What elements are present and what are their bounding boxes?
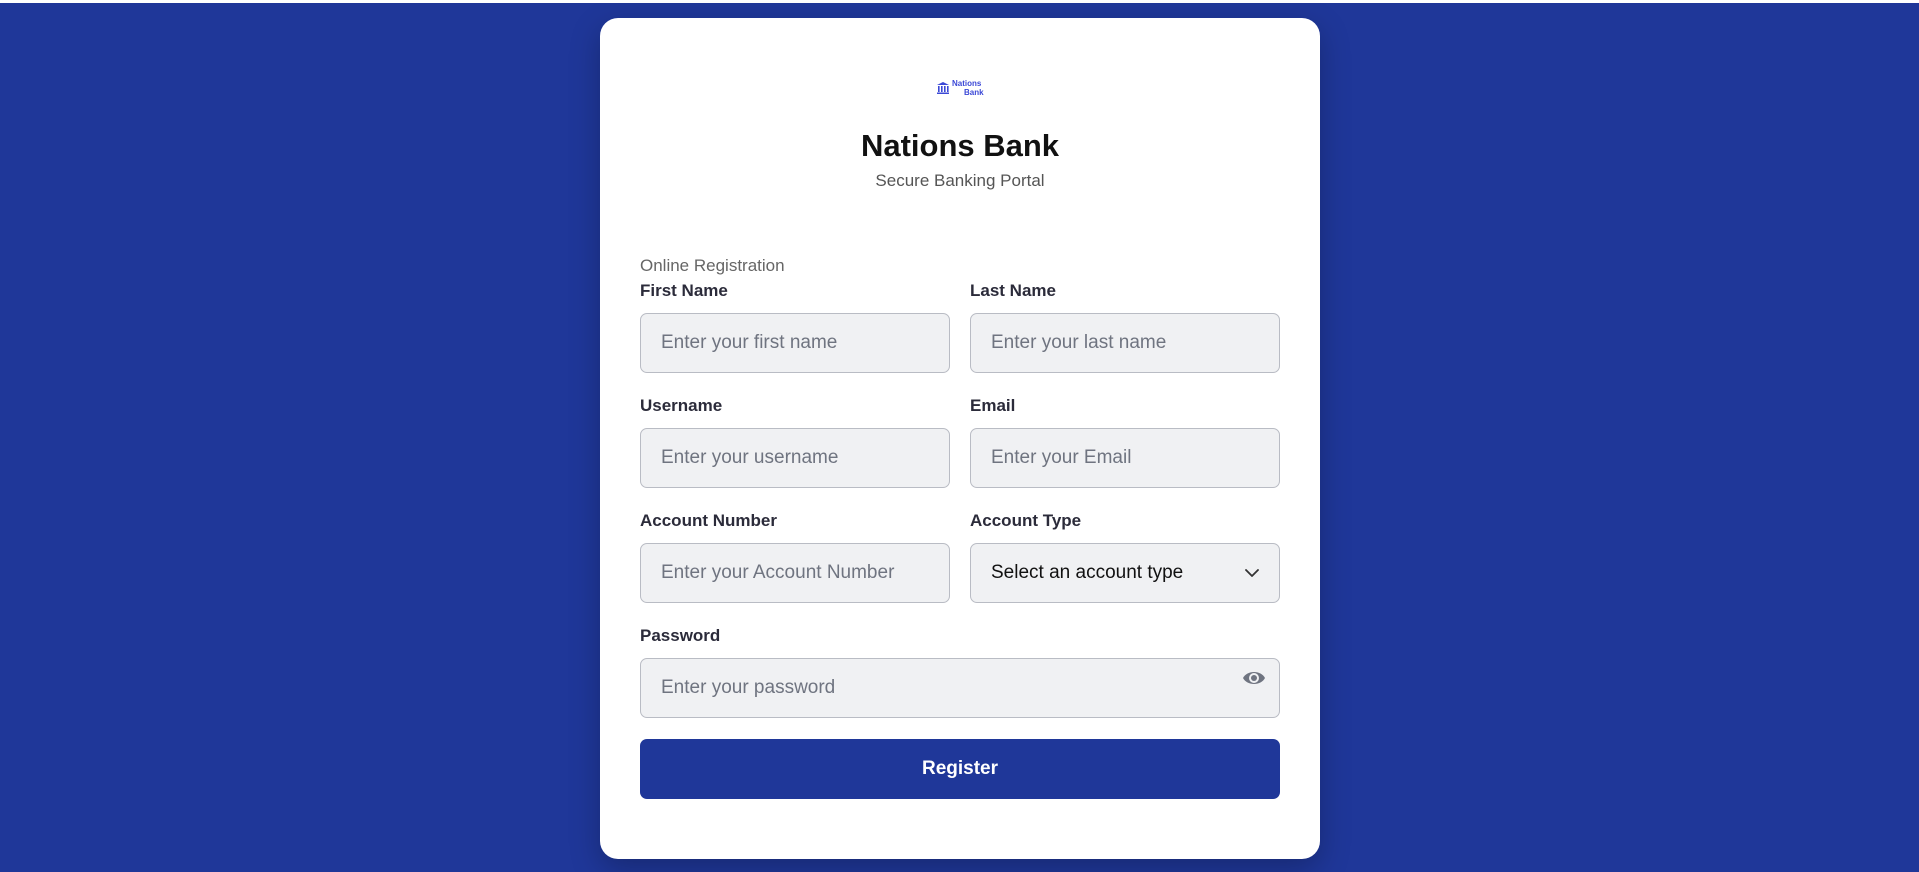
top-edge bbox=[0, 0, 1919, 3]
password-field bbox=[640, 658, 1280, 718]
account-type-label: Account Type bbox=[970, 511, 1082, 530]
first-name-input[interactable] bbox=[640, 313, 950, 373]
register-button[interactable]: Register bbox=[640, 739, 1280, 799]
email-input[interactable] bbox=[970, 428, 1280, 488]
last-name-label: Last Name bbox=[970, 281, 1056, 300]
email-label: Email bbox=[970, 396, 1016, 415]
chevron-down-icon bbox=[1245, 568, 1259, 577]
bank-logo: Nations Bank bbox=[936, 77, 984, 99]
eye-icon[interactable] bbox=[1242, 668, 1266, 688]
section-label: Online Registration bbox=[640, 256, 785, 275]
password-input[interactable] bbox=[640, 658, 1280, 718]
bank-building-icon bbox=[937, 82, 949, 94]
password-label: Password bbox=[640, 626, 721, 645]
account-number-input[interactable] bbox=[640, 543, 950, 603]
username-label: Username bbox=[640, 396, 723, 415]
account-number-label: Account Number bbox=[640, 511, 777, 530]
logo-text-line1: Nations bbox=[952, 79, 982, 88]
page-title: Nations Bank bbox=[860, 128, 1060, 163]
account-type-select[interactable]: Select an account type bbox=[970, 543, 1280, 603]
page-subtitle: Secure Banking Portal bbox=[875, 171, 1045, 190]
account-type-selected-value: Select an account type bbox=[991, 562, 1184, 583]
username-input[interactable] bbox=[640, 428, 950, 488]
registration-card: Nations Bank Nations Bank Secure Banking… bbox=[600, 18, 1320, 859]
last-name-input[interactable] bbox=[970, 313, 1280, 373]
first-name-label: First Name bbox=[640, 281, 728, 300]
logo-text-line2: Bank bbox=[964, 88, 984, 97]
